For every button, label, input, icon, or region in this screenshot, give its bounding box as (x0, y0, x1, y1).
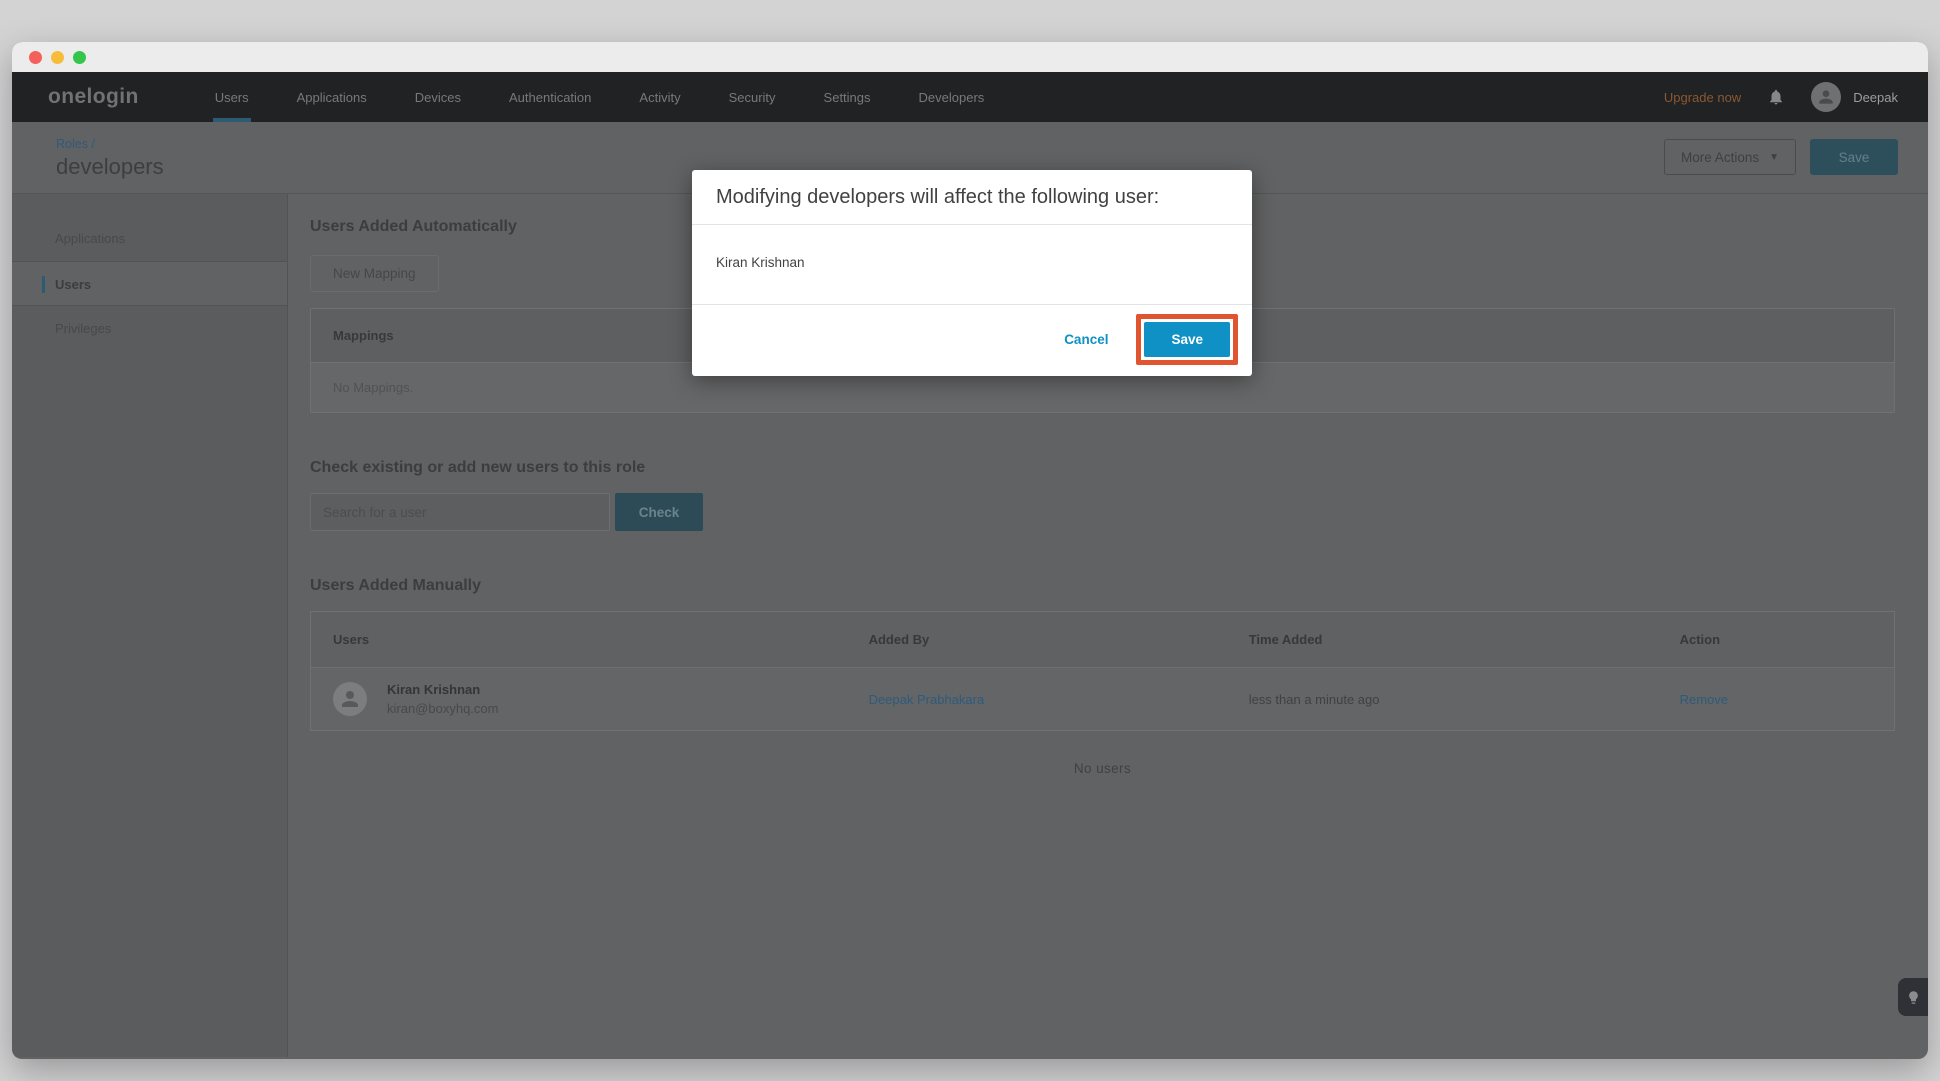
row-avatar (333, 682, 367, 716)
column-added-by: Added By (869, 632, 1249, 647)
modal-body: Kiran Krishnan (692, 225, 1252, 304)
nav-item-users[interactable]: Users (213, 72, 251, 122)
user-menu[interactable]: Deepak (1811, 82, 1898, 112)
confirm-modal: Modifying developers will affect the fol… (692, 170, 1252, 376)
nav-item-settings[interactable]: Settings (822, 72, 873, 122)
modal-title: Modifying developers will affect the fol… (716, 186, 1228, 209)
upgrade-now-link[interactable]: Upgrade now (1664, 90, 1741, 105)
manual-users-table: Users Added By Time Added Action Kiran K… (310, 611, 1895, 731)
sidebar-item-label: Users (55, 277, 91, 292)
user-avatar (1811, 82, 1841, 112)
modal-save-button[interactable]: Save (1144, 322, 1230, 357)
no-users-text: No users (310, 761, 1895, 776)
header-save-button[interactable]: Save (1810, 139, 1898, 175)
time-added-text: less than a minute ago (1249, 692, 1680, 707)
breadcrumb[interactable]: Roles / (56, 137, 1898, 151)
user-cell: Kiran Krishnan kiran@boxyhq.com (333, 682, 869, 716)
affected-user-name: Kiran Krishnan (716, 255, 805, 270)
sidebar-item-users[interactable]: Users (12, 261, 287, 306)
onelogin-logo: onelogin (48, 85, 139, 109)
table-row: Kiran Krishnan kiran@boxyhq.com Deepak P… (311, 668, 1894, 730)
modal-footer: Cancel Save (692, 304, 1252, 376)
check-section-heading: Check existing or add new users to this … (310, 459, 1895, 477)
search-user-input[interactable] (310, 493, 610, 531)
added-by-link[interactable]: Deepak Prabhakara (869, 692, 1249, 707)
column-users: Users (333, 632, 869, 647)
new-mapping-button[interactable]: New Mapping (310, 255, 439, 292)
role-sidebar: Applications Users Privileges (12, 194, 288, 1057)
more-actions-label: More Actions (1681, 150, 1759, 165)
user-name: Deepak (1853, 90, 1898, 105)
active-indicator-bar (42, 276, 45, 293)
nav-item-authentication[interactable]: Authentication (507, 72, 593, 122)
header-actions: More Actions ▼ Save (1664, 139, 1898, 175)
sidebar-item-privileges[interactable]: Privileges (12, 306, 287, 351)
top-nav: onelogin Users Applications Devices Auth… (12, 72, 1928, 122)
nav-item-security[interactable]: Security (727, 72, 778, 122)
sidebar-item-applications[interactable]: Applications (12, 216, 287, 261)
row-user-email: kiran@boxyhq.com (387, 701, 498, 716)
minimize-window-icon[interactable] (51, 51, 64, 64)
modal-cancel-button[interactable]: Cancel (1064, 332, 1108, 347)
user-name-email: Kiran Krishnan kiran@boxyhq.com (387, 682, 498, 716)
notifications-bell-icon[interactable] (1767, 88, 1785, 106)
close-window-icon[interactable] (29, 51, 42, 64)
nav-item-devices[interactable]: Devices (413, 72, 463, 122)
row-user-name: Kiran Krishnan (387, 682, 498, 697)
check-button[interactable]: Check (615, 493, 703, 531)
help-lightbulb-button[interactable] (1898, 978, 1928, 1016)
lightbulb-icon (1906, 990, 1921, 1005)
remove-link[interactable]: Remove (1680, 692, 1872, 707)
nav-right: Upgrade now Deepak (1664, 72, 1898, 122)
annotation-highlight: Save (1136, 314, 1238, 365)
more-actions-button[interactable]: More Actions ▼ (1664, 139, 1796, 175)
manual-section-heading: Users Added Manually (310, 577, 1895, 595)
column-action: Action (1680, 632, 1872, 647)
manual-users-table-header: Users Added By Time Added Action (311, 612, 1894, 668)
nav-item-applications[interactable]: Applications (295, 72, 369, 122)
titlebar (12, 42, 1928, 72)
column-time-added: Time Added (1249, 632, 1680, 647)
maximize-window-icon[interactable] (73, 51, 86, 64)
nav-item-developers[interactable]: Developers (917, 72, 987, 122)
nav-item-activity[interactable]: Activity (637, 72, 682, 122)
check-user-form: Check (310, 493, 1895, 531)
chevron-down-icon: ▼ (1769, 152, 1779, 163)
modal-header: Modifying developers will affect the fol… (692, 170, 1252, 225)
